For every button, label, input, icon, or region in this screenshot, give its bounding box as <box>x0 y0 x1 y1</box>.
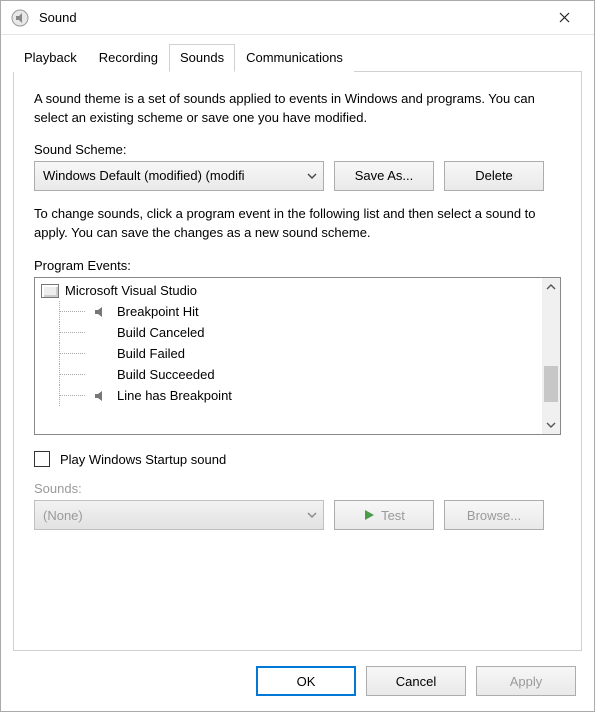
events-scrollbar[interactable] <box>542 278 560 434</box>
speaker-icon <box>93 306 109 318</box>
tab-communications[interactable]: Communications <box>235 44 354 72</box>
dialog-buttons: OK Cancel Apply <box>1 651 594 711</box>
tree-root-label: Microsoft Visual Studio <box>65 283 197 298</box>
tree-connector <box>35 364 93 385</box>
scheme-row: Windows Default (modified) (modifi Save … <box>34 161 561 191</box>
events-label: Program Events: <box>34 258 561 273</box>
scheme-value: Windows Default (modified) (modifi <box>43 168 245 183</box>
titlebar: Sound <box>1 1 594 35</box>
tree-item[interactable]: Build Failed <box>35 343 560 364</box>
tree-item-label: Breakpoint Hit <box>117 304 199 319</box>
tab-playback[interactable]: Playback <box>13 44 88 72</box>
delete-button[interactable]: Delete <box>444 161 544 191</box>
tree-item-label: Build Canceled <box>117 325 204 340</box>
sounds-dropdown: (None) <box>34 500 324 530</box>
window-title: Sound <box>39 10 542 25</box>
scroll-track[interactable] <box>542 296 560 416</box>
scheme-description: A sound theme is a set of sounds applied… <box>34 90 561 128</box>
play-icon <box>363 509 375 521</box>
scroll-down-icon[interactable] <box>542 416 560 434</box>
cancel-button[interactable]: Cancel <box>366 666 466 696</box>
events-description: To change sounds, click a program event … <box>34 205 561 243</box>
startup-sound-label: Play Windows Startup sound <box>60 452 226 467</box>
startup-sound-row: Play Windows Startup sound <box>34 451 561 467</box>
sound-app-icon <box>11 9 29 27</box>
ok-button[interactable]: OK <box>256 666 356 696</box>
tree-item[interactable]: Build Canceled <box>35 322 560 343</box>
chevron-down-icon <box>307 173 317 179</box>
tree-item[interactable]: Build Succeeded <box>35 364 560 385</box>
tab-strip: Playback Recording Sounds Communications <box>13 43 582 72</box>
tab-sounds[interactable]: Sounds <box>169 44 235 72</box>
sounds-row: (None) Test Browse... <box>34 500 561 530</box>
scroll-thumb[interactable] <box>544 366 558 402</box>
tree-root[interactable]: Microsoft Visual Studio <box>35 280 560 301</box>
tree-connector <box>35 301 93 322</box>
program-icon <box>41 284 59 298</box>
speaker-icon <box>93 390 109 402</box>
test-button: Test <box>334 500 434 530</box>
tree-item[interactable]: Line has Breakpoint <box>35 385 560 406</box>
content-area: Playback Recording Sounds Communications… <box>1 35 594 651</box>
close-button[interactable] <box>542 3 586 33</box>
program-events-list[interactable]: Microsoft Visual Studio Breakpoint Hit Bu… <box>34 277 561 435</box>
tree-item[interactable]: Breakpoint Hit <box>35 301 560 322</box>
tab-recording[interactable]: Recording <box>88 44 169 72</box>
tree-item-label: Build Succeeded <box>117 367 215 382</box>
apply-button: Apply <box>476 666 576 696</box>
tree-connector <box>35 322 93 343</box>
sounds-label: Sounds: <box>34 481 561 496</box>
browse-button: Browse... <box>444 500 544 530</box>
tree-connector <box>35 343 93 364</box>
tree-item-label: Build Failed <box>117 346 185 361</box>
scroll-up-icon[interactable] <box>542 278 560 296</box>
startup-sound-checkbox[interactable] <box>34 451 50 467</box>
tree-connector <box>35 385 93 406</box>
sounds-value: (None) <box>43 508 83 523</box>
tree-item-label: Line has Breakpoint <box>117 388 232 403</box>
sound-dialog: Sound Playback Recording Sounds Communic… <box>0 0 595 712</box>
scheme-label: Sound Scheme: <box>34 142 561 157</box>
sounds-panel: A sound theme is a set of sounds applied… <box>13 72 582 651</box>
scheme-dropdown[interactable]: Windows Default (modified) (modifi <box>34 161 324 191</box>
chevron-down-icon <box>307 512 317 518</box>
test-label: Test <box>381 508 405 523</box>
save-as-button[interactable]: Save As... <box>334 161 434 191</box>
